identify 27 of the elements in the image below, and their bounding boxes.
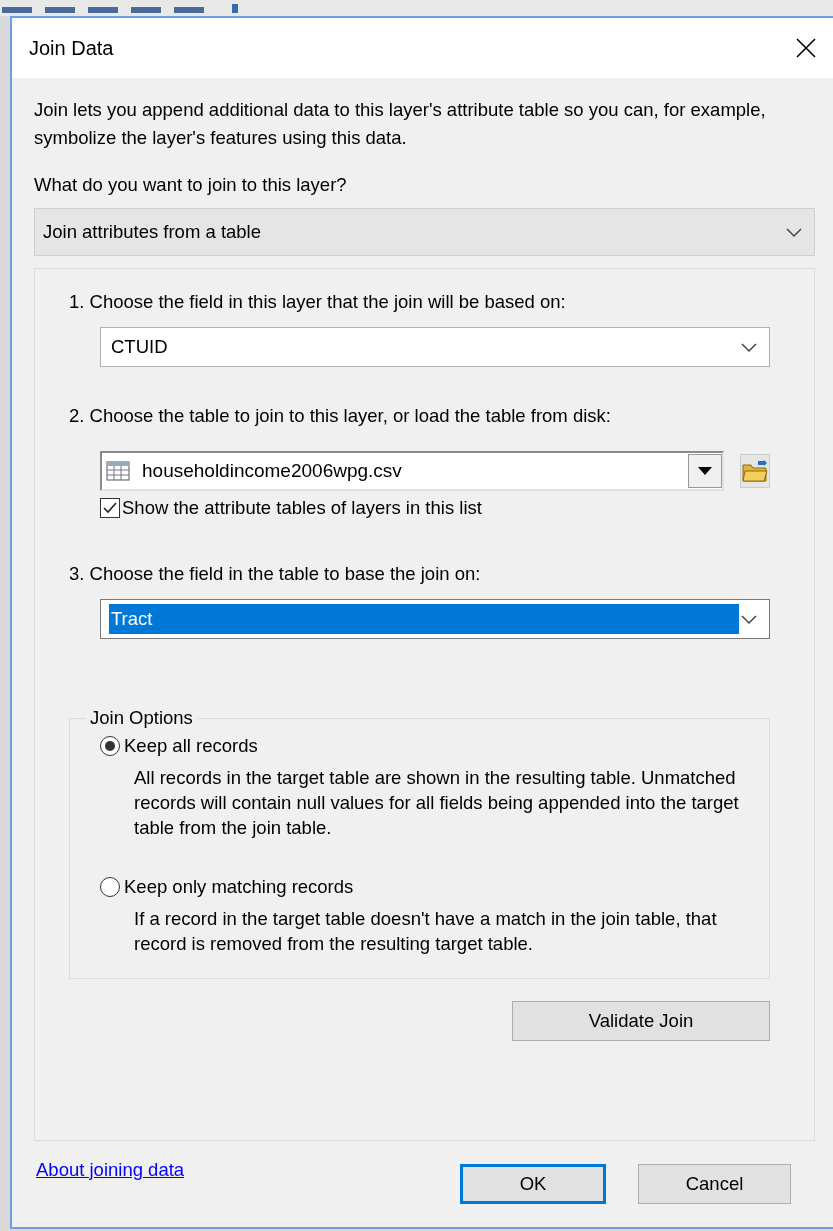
checkmark-icon	[102, 500, 118, 516]
dialog-button[interactable]: OK	[460, 1164, 606, 1204]
window-title: Join Data	[29, 36, 114, 60]
folder-icon	[742, 459, 768, 483]
option-description: All records in the target table are shown in the resulting table. Unmatched records will contain null values for all fields being appended into the target table from the join table.	[134, 766, 740, 840]
step-label: 3. Choose the field in the table to base the join on:	[69, 563, 482, 585]
close-icon[interactable]	[795, 37, 817, 59]
table-dropdown[interactable]: householdincome2006wpg.csv	[100, 451, 724, 491]
dropdown-button[interactable]	[688, 454, 722, 488]
help-link[interactable]: About joining data	[36, 1159, 185, 1181]
group-title: Join Options	[89, 707, 194, 729]
validate-join-button[interactable]: Validate Join	[512, 1001, 770, 1041]
description-text: Join lets you append additional data to this layer's attribute table so you can, for example, symbolize the layer's features using this data.	[34, 98, 767, 150]
join-type-dropdown[interactable]: Join attributes from a table	[34, 208, 815, 256]
radio-option[interactable]: Keep all records	[100, 735, 753, 757]
join-type-label: What do you want to join to this layer?	[34, 174, 348, 196]
step-label: 1. Choose the field in this layer that the join will be based on:	[69, 291, 567, 313]
radio-option[interactable]: Keep only matching records	[100, 876, 753, 898]
caret-icon	[698, 467, 712, 475]
dialog-button[interactable]: Cancel	[638, 1164, 791, 1204]
field-dropdown[interactable]: CTUID	[100, 327, 770, 367]
field-dropdown[interactable]: Tract	[100, 599, 770, 639]
table-icon	[106, 461, 130, 481]
step-label: 2. Choose the table to join to this layer, or load the table from disk:	[69, 405, 612, 427]
option-description: If a record in the target table doesn't have a match in the join table, that record is removed from the resulting target table.	[134, 907, 718, 956]
open-folder-button[interactable]	[740, 454, 770, 488]
show-tables-checkbox[interactable]: Show the attribute tables of layers in this list	[100, 497, 770, 519]
